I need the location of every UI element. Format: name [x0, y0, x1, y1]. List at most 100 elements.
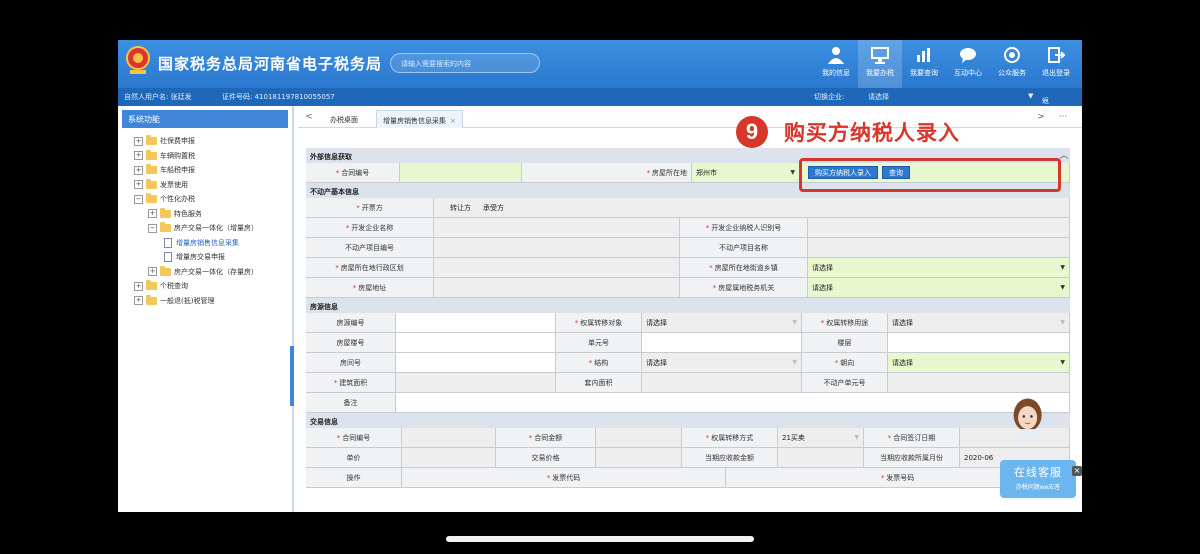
tree-item-existing-house[interactable]: + 房产交易一体化（存量房） — [134, 265, 292, 280]
contract-amount-input[interactable] — [596, 428, 682, 448]
chevron-down-icon: ▼ — [790, 169, 795, 176]
tax-office-select[interactable]: 请选择 ▼ — [808, 278, 1070, 298]
online-service-button[interactable]: 在线客服 办税问题we应答 — [1000, 460, 1076, 498]
expand-icon[interactable]: + — [134, 136, 143, 146]
address-input[interactable] — [434, 278, 680, 298]
trade-price-label: 交易价格 — [496, 448, 596, 468]
tab-label: 办税桌面 — [330, 116, 358, 124]
expand-icon[interactable]: + — [134, 165, 143, 175]
proj-name-input[interactable] — [808, 238, 1070, 258]
label-text: 单价 — [346, 453, 361, 462]
unit-price-input[interactable] — [402, 448, 496, 468]
nav-interaction[interactable]: 互动中心 — [946, 40, 990, 88]
remark-input[interactable] — [396, 393, 1070, 413]
expand-icon[interactable]: + — [148, 267, 157, 277]
nav-tax-handling[interactable]: 我要办税 — [858, 40, 902, 88]
expand-icon[interactable]: + — [134, 296, 143, 306]
dropdown-caret-icon[interactable]: ▼ — [1028, 92, 1033, 100]
tab-scroll-right[interactable]: > — [1034, 112, 1048, 122]
label-text: 操作 — [346, 473, 361, 482]
step-number-badge: 9 — [736, 116, 768, 148]
tree-item-social-security[interactable]: + 社保费申报 — [134, 134, 292, 149]
tree-item-new-house-declare[interactable]: 增量房交易申报 — [134, 250, 292, 265]
label-text: 楼层 — [837, 338, 852, 347]
period-month-label: 当期应收款所属月份 — [864, 448, 960, 468]
tab-desktop[interactable]: 办税桌面 — [324, 110, 364, 128]
tree-item-special-service[interactable]: + 特色服务 — [134, 207, 292, 222]
structure-select[interactable]: 请选择 ▼ — [642, 353, 802, 373]
dev-taxid-input[interactable] — [808, 218, 1070, 238]
tree-item-invoice[interactable]: + 发票使用 — [134, 178, 292, 193]
contract-no2-input[interactable] — [402, 428, 496, 448]
label-text: 发票代码 — [547, 473, 580, 483]
tree-item-income-tax-query[interactable]: + 个税查询 — [134, 279, 292, 294]
tree-item-new-house[interactable]: − 房产交易一体化（增量房） — [134, 221, 292, 236]
folder-icon — [146, 135, 157, 146]
tree-label: 车船税申报 — [160, 166, 195, 175]
street-select[interactable]: 请选择 ▼ — [808, 258, 1070, 278]
dev-name-input[interactable] — [434, 218, 680, 238]
expand-icon[interactable]: + — [134, 180, 143, 190]
nav-query[interactable]: 我要查询 — [902, 40, 946, 88]
select-value: 请选择 — [812, 263, 833, 272]
trade-price-input[interactable] — [596, 448, 682, 468]
room-no-input[interactable] — [396, 353, 556, 373]
build-area-input[interactable] — [396, 373, 556, 393]
label-text: 开发企业纳税人识别号 — [706, 223, 781, 233]
expand-icon[interactable]: + — [134, 281, 143, 291]
period-amount-input[interactable] — [778, 448, 864, 468]
expand-icon[interactable]: + — [134, 151, 143, 161]
nav-my-info[interactable]: 我的信息 — [814, 40, 858, 88]
house-info-grid: 房源编号 权属转移对象 请选择 ▼ 权属转移用途 请选择 ▼ 房屋楼号 单元号 楼层… — [306, 313, 1070, 413]
collapse-icon[interactable]: − — [148, 223, 157, 233]
house-no-input[interactable] — [396, 313, 556, 333]
building-no-input[interactable] — [396, 333, 556, 353]
build-area-label: 建筑面积 — [306, 373, 396, 393]
transfer-use-label: 权属转移用途 — [802, 313, 888, 333]
nav-public-service[interactable]: 公众服务 — [990, 40, 1034, 88]
tab-more[interactable]: ··· — [1056, 112, 1070, 122]
tab-close-icon[interactable]: × — [450, 117, 456, 125]
switch-company-select[interactable]: 请选择 — [868, 92, 889, 102]
nav-logout[interactable]: 退出登录 — [1034, 40, 1078, 88]
tree-item-personalized[interactable]: − 个性化办税 — [134, 192, 292, 207]
nav-label: 退出登录 — [1042, 69, 1070, 77]
transfer-use-select[interactable]: 请选择 ▼ — [888, 313, 1070, 333]
transfer-object-select[interactable]: 请选择 ▼ — [642, 313, 802, 333]
tree-item-new-house-sales[interactable]: 增量房销售信息采集 — [134, 236, 292, 251]
sidebar-collapse-handle[interactable] — [290, 346, 294, 406]
label-text: 房间号 — [340, 358, 361, 367]
tree-item-tax-refund[interactable]: + 一般退(抵)税管理 — [134, 294, 292, 309]
id-number: 证件号码: 410181197810055057 — [222, 93, 335, 101]
radio-seller[interactable]: 转让方 — [450, 203, 471, 213]
select-value: 请选择 — [646, 358, 667, 367]
admin-area-input[interactable] — [434, 258, 680, 278]
contract-amount-label: 合同金额 — [496, 428, 596, 448]
property-basic-grid: 开票方 转让方 承受方 开发企业名称 开发企业纳税人识别号 不动产项目编号 不动产… — [306, 198, 1070, 298]
floor-input[interactable] — [888, 333, 1070, 353]
transfer-method-select[interactable]: 21买卖 ▼ — [778, 428, 864, 448]
radio-buyer[interactable]: 承受方 — [483, 203, 504, 213]
scroll-up-icon[interactable]: ︿ — [1058, 148, 1070, 161]
orientation-select[interactable]: 请选择 ▼ — [888, 353, 1070, 373]
nav-label: 我要查询 — [910, 69, 938, 77]
remark-label: 备注 — [306, 393, 396, 413]
unit-no-input[interactable] — [642, 333, 802, 353]
tab-new-house-sales[interactable]: 增量房销售信息采集 × — [376, 110, 463, 128]
tree-item-vehicle-tax[interactable]: + 车辆购置税 — [134, 149, 292, 164]
contract-no-input[interactable] — [400, 163, 522, 183]
label-text: 权属转移方式 — [706, 433, 753, 443]
expand-icon[interactable]: + — [148, 209, 157, 219]
folder-icon — [146, 280, 157, 291]
unit-code-input[interactable] — [888, 373, 1070, 393]
collapse-icon[interactable]: − — [134, 194, 143, 204]
search-input[interactable]: 请输入需要搜索的内容 — [390, 53, 540, 73]
house-location-select[interactable]: 郑州市 ▼ — [692, 163, 800, 183]
folder-icon — [146, 193, 157, 204]
tab-scroll-left[interactable]: < — [302, 112, 316, 122]
tree-item-vessel-tax[interactable]: + 车船税申报 — [134, 163, 292, 178]
inner-area-input[interactable] — [642, 373, 802, 393]
service-close-icon[interactable]: × — [1072, 466, 1082, 476]
label-text: 当期应收款金额 — [705, 453, 754, 462]
proj-no-input[interactable] — [434, 238, 680, 258]
